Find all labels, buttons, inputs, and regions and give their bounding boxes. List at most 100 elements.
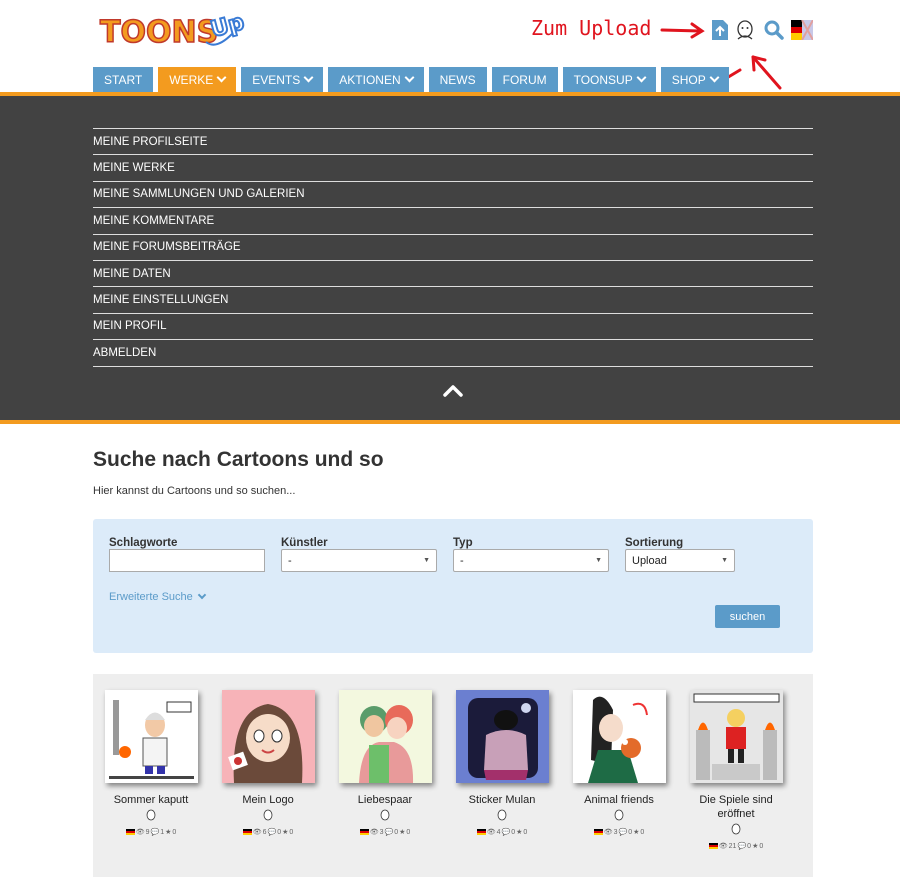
keywords-input[interactable] [109,549,265,572]
language-flag-icon [593,829,603,835]
result-thumbnail[interactable] [572,690,666,783]
result-title[interactable]: Sommer kaputt [96,793,206,807]
views-count: 9 [145,828,150,836]
eye-icon: 👁 [718,843,728,850]
views-count: 4 [496,828,501,836]
star-icon: ★ [282,829,289,836]
nav-news[interactable]: News [428,67,487,92]
nav-label: Events [252,72,301,87]
artist-avatar-icon[interactable] [379,809,391,822]
comments-count: 0 [277,828,282,836]
comment-icon: 💬 [267,829,277,836]
language-flag-icon [125,829,135,835]
menu-item-einstellungen[interactable]: Meine Einstellungen [93,287,813,314]
result-card[interactable]: Die Spiele sind eröffnet 👁 21 💬 0 ★ 0 [681,690,791,850]
toonsup-logo[interactable]: TOONS Up [98,4,250,54]
type-select-value: - [460,554,464,567]
nav-start[interactable]: Start [93,67,154,92]
menu-item-profilseite[interactable]: Meine Profilseite [93,129,813,156]
favs-count: 0 [406,828,411,836]
sort-label: Sortierung [625,537,684,549]
menu-item-sammlungen[interactable]: Meine Sammlungen und Galerien [93,182,813,209]
chevron-up-icon[interactable] [442,382,464,398]
sort-select-value: Upload [632,554,667,567]
nav-label: Start [104,72,143,87]
nav-shop[interactable]: Shop [660,67,729,92]
select-arrow-icon: ▼ [423,557,430,564]
result-thumbnail[interactable] [455,690,549,783]
language-flag-icon [242,829,252,835]
result-title[interactable]: Animal friends [564,793,674,807]
nav-label: ToonsUp [573,72,633,87]
comments-count: 0 [747,842,752,850]
comment-icon: 💬 [150,829,160,836]
language-flag-icon [359,829,369,835]
type-select[interactable]: - ▼ [453,549,609,572]
nav-aktionen[interactable]: Aktionen [328,67,424,92]
result-thumbnail[interactable] [689,690,783,783]
views-count: 3 [379,828,384,836]
result-card[interactable]: Sommer kaputt 👁 9 💬 1 ★ 0 [96,690,206,836]
search-icon[interactable] [763,18,785,42]
eye-icon: 👁 [603,829,613,836]
chevron-down-icon [709,72,720,83]
result-card[interactable]: Mein Logo 👁 6 💬 0 ★ 0 [213,690,323,836]
comments-count: 0 [628,828,633,836]
menu-item-kommentare[interactable]: Meine Kommentare [93,208,813,235]
language-flag-icon[interactable] [791,18,813,42]
comment-icon: 💬 [737,843,747,850]
artist-avatar-icon[interactable] [496,809,508,822]
language-flag-icon [708,843,718,849]
artist-avatar-icon[interactable] [730,823,742,836]
nav-label: Aktionen [339,72,401,87]
result-title[interactable]: Mein Logo [213,793,323,807]
result-thumbnail[interactable] [338,690,432,783]
artist-avatar-icon[interactable] [262,809,274,822]
result-card[interactable]: Animal friends 👁 3 💬 0 ★ 0 [564,690,674,836]
result-title[interactable]: Die Spiele sind eröffnet [681,793,791,821]
result-title[interactable]: Sticker Mulan [447,793,557,807]
nav-werke[interactable]: Werke [158,67,237,92]
artist-select[interactable]: - ▼ [281,549,437,572]
nav-forum[interactable]: Forum [491,67,558,92]
result-stats: 👁 4 💬 0 ★ 0 [447,828,557,836]
artist-avatar-icon[interactable] [613,809,625,822]
nav-label: Forum [502,72,547,87]
nav-toonsup[interactable]: ToonsUp [562,67,656,92]
result-thumbnail[interactable] [221,690,315,783]
favs-count: 0 [759,842,764,850]
eye-icon: 👁 [252,829,262,836]
comment-icon: 💬 [384,829,394,836]
result-card[interactable]: Liebespaar 👁 3 💬 0 ★ 0 [330,690,440,836]
menu-item-abmelden[interactable]: Abmelden [93,340,813,367]
star-icon: ★ [752,843,759,850]
user-avatar-icon[interactable] [734,18,756,42]
result-stats: 👁 9 💬 1 ★ 0 [96,828,206,836]
advanced-search-toggle[interactable]: Erweiterte Suche [109,590,207,603]
upload-icon[interactable] [709,18,731,42]
nav-events[interactable]: Events [241,67,324,92]
chevron-down-icon [404,72,415,83]
page: TOONS Up Zum Upload Start Werke Events A… [0,0,900,877]
menu-item-forumsbeitraege[interactable]: Meine Forumsbeiträge [93,235,813,261]
menu-item-profil[interactable]: Mein Profil [93,314,813,341]
views-count: 6 [262,828,267,836]
result-thumbnail[interactable] [104,690,198,783]
result-card[interactable]: Sticker Mulan 👁 4 💬 0 ★ 0 [447,690,557,836]
chevron-down-icon [197,590,207,600]
result-stats: 👁 6 💬 0 ★ 0 [213,828,323,836]
result-stats: 👁 3 💬 0 ★ 0 [330,828,440,836]
panel-divider [0,420,900,424]
menu-item-daten[interactable]: Meine Daten [93,261,813,288]
menu-item-werke[interactable]: Meine Werke [93,155,813,182]
comments-count: 0 [511,828,516,836]
user-menu-panel: Meine Profilseite Meine Werke Meine Samm… [0,96,900,420]
artist-avatar-icon[interactable] [145,809,157,822]
type-label: Typ [453,537,473,549]
sort-select[interactable]: Upload ▼ [625,549,735,572]
search-button[interactable]: suchen [715,605,780,628]
eye-icon: 👁 [486,829,496,836]
language-flag-icon [476,829,486,835]
main-nav: Start Werke Events Aktionen News Forum T… [93,67,729,92]
result-title[interactable]: Liebespaar [330,793,440,807]
